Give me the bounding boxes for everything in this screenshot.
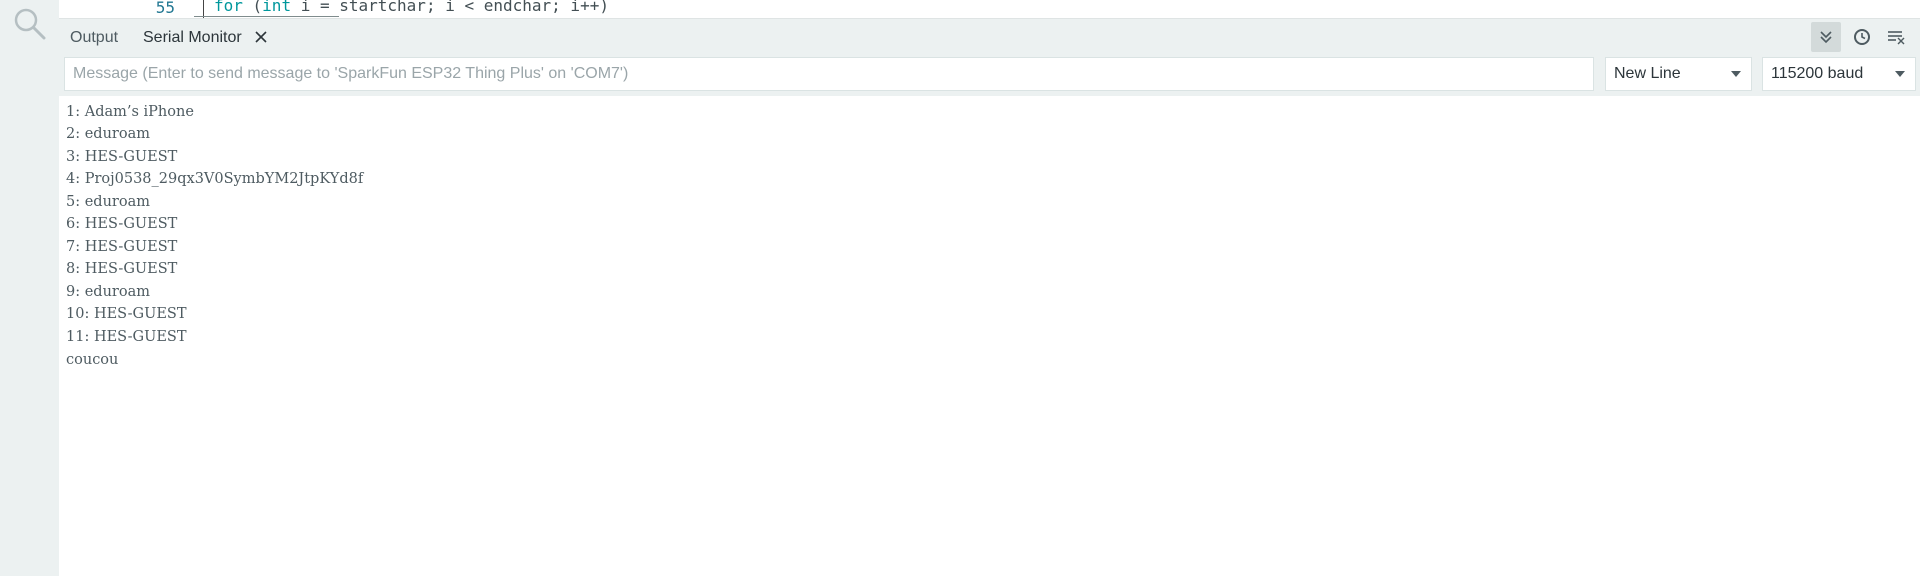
code-rest: i = startchar; i < endchar; i++) [291, 0, 609, 15]
tab-serial-monitor[interactable]: Serial Monitor [143, 19, 242, 56]
output-line: 3: HES-GUEST [66, 149, 178, 165]
output-line: 9: eduroam [66, 284, 150, 300]
output-line: 7: HES-GUEST [66, 239, 178, 255]
chevron-down-icon [1731, 71, 1741, 77]
panel-header: Output Serial Monitor [59, 19, 1920, 56]
output-line: 6: HES-GUEST [66, 216, 178, 232]
output-line: 4: Proj0538_29qx3V0SymbYM2JtpKYd8f [66, 171, 364, 187]
clock-icon [1854, 29, 1870, 45]
line-ending-select[interactable]: New Line [1605, 57, 1752, 91]
activity-bar [0, 0, 59, 576]
autoscroll-button[interactable] [1811, 22, 1841, 52]
clear-output-icon [1888, 31, 1905, 45]
serial-output[interactable]: 1: Adam’s iPhone 2: eduroam 3: HES-GUEST… [59, 96, 1920, 576]
tab-output[interactable]: Output [70, 19, 118, 56]
editor-peek[interactable]: 55 for (int i = startchar; i < endchar; … [59, 0, 1920, 19]
message-row: New Line 115200 baud [59, 56, 1920, 96]
arduino-ide-window: 55 for (int i = startchar; i < endchar; … [0, 0, 1920, 576]
output-line: 8: HES-GUEST [66, 261, 178, 277]
baud-rate-value: 115200 baud [1771, 65, 1864, 82]
line-number: 55 [155, 0, 175, 17]
keyword-int: int [262, 0, 292, 15]
close-icon[interactable] [254, 30, 268, 44]
selection-underline [194, 16, 339, 17]
output-line: 11: HES-GUEST [66, 329, 187, 345]
timestamp-button[interactable] [1847, 22, 1877, 52]
line-ending-value: New Line [1614, 65, 1681, 82]
baud-rate-select[interactable]: 115200 baud [1762, 57, 1916, 91]
code-paren: ( [242, 0, 263, 15]
output-line: 2: eduroam [66, 126, 150, 142]
code-line[interactable]: for (int i = startchar; i < endchar; i++… [214, 0, 609, 15]
output-line: 1: Adam’s iPhone [66, 104, 194, 120]
output-line: 5: eduroam [66, 194, 150, 210]
keyword-for: for [214, 0, 243, 15]
chevron-down-icon [1895, 71, 1905, 77]
search-icon[interactable] [12, 6, 48, 40]
output-line: 10: HES-GUEST [66, 306, 187, 322]
clear-output-button[interactable] [1881, 22, 1911, 52]
autoscroll-icon [1820, 31, 1832, 44]
message-input[interactable] [64, 57, 1594, 91]
output-line: coucou [66, 352, 119, 368]
